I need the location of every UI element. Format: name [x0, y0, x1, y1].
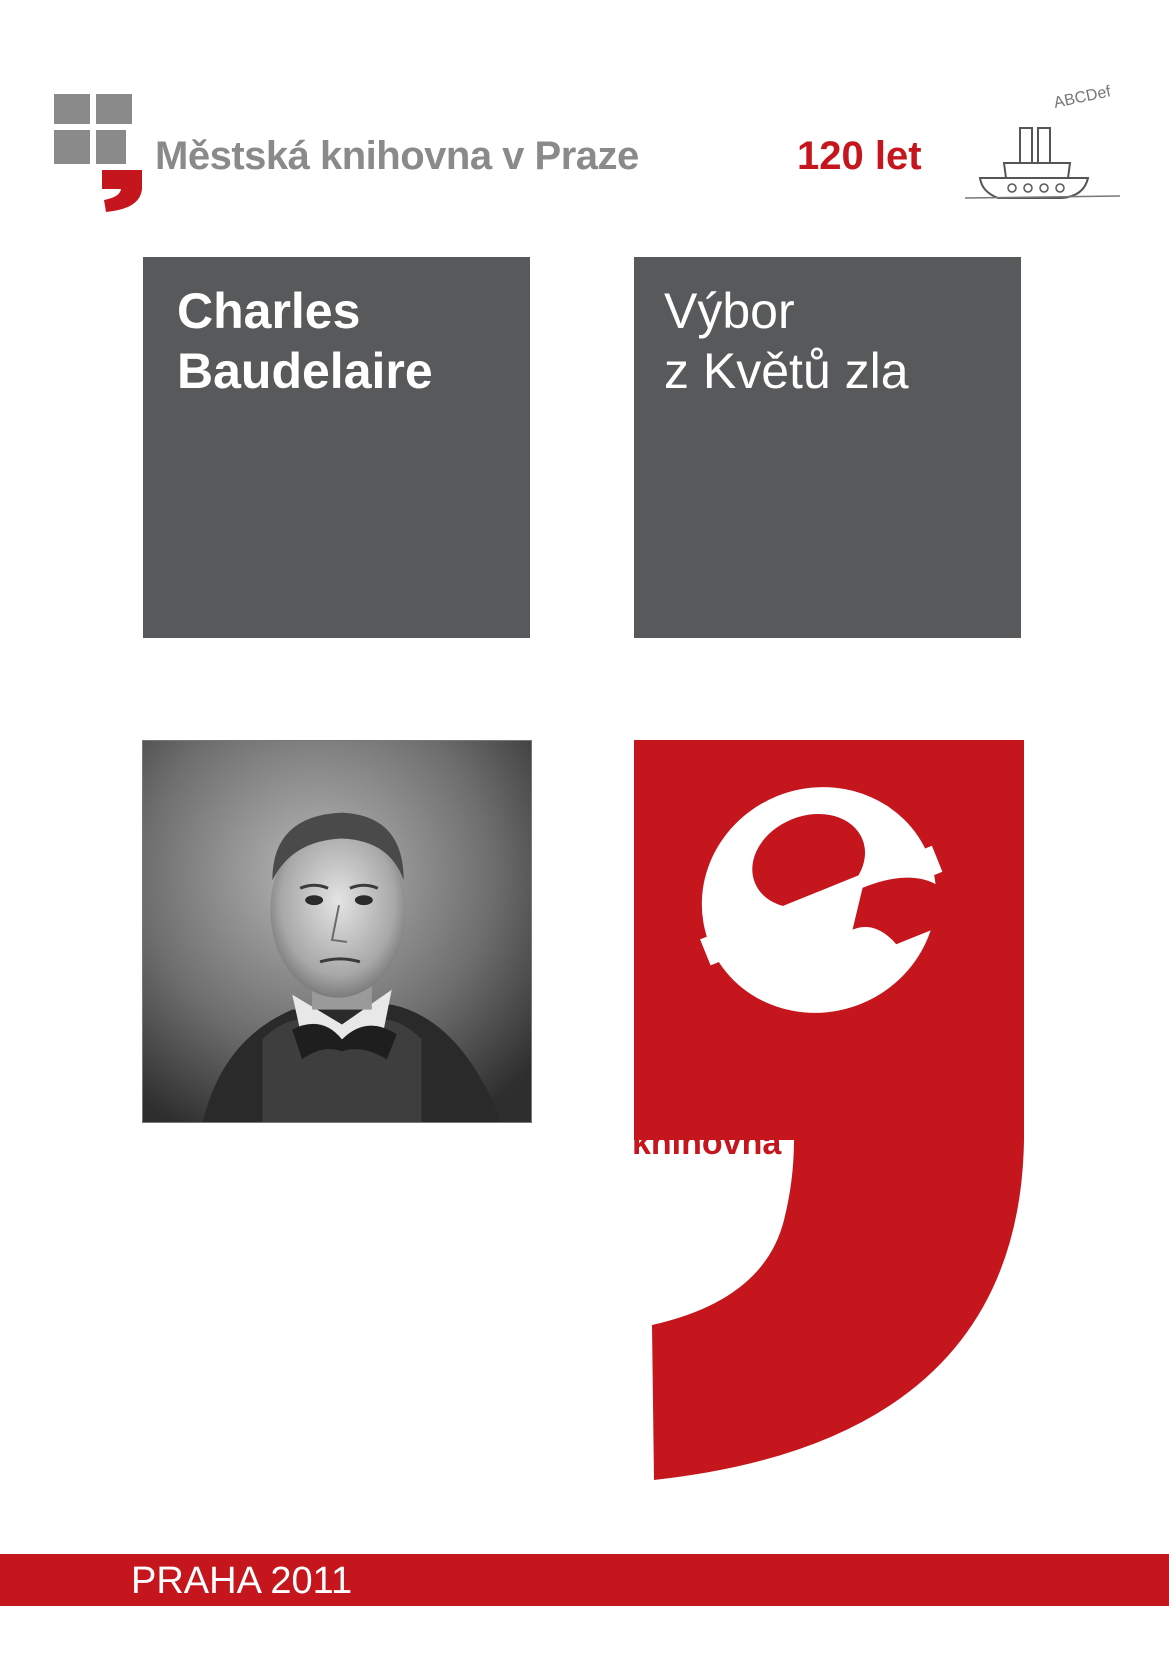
author-portrait-photo — [142, 740, 532, 1123]
author-line-2: Baudelaire — [177, 343, 433, 399]
footer-place-year: PRAHA 2011 — [131, 1560, 353, 1602]
title-panel: Výbor z Květů zla — [634, 257, 1021, 638]
author-line-1: Charles — [177, 283, 361, 339]
anniversary-label: 120 let — [797, 134, 922, 178]
book-title: Výbor z Květů zla — [664, 281, 909, 401]
red-e-comma-mark-icon — [634, 740, 1024, 1480]
author-name: Charles Baudelaire — [177, 281, 433, 401]
footer-bar: PRAHA 2011 — [0, 1554, 1169, 1606]
boat-doodle-text: ABCDef — [1052, 83, 1113, 112]
knihovna-label: knihovna — [632, 1124, 782, 1162]
title-line-1: Výbor — [664, 283, 795, 339]
library-logo-icon — [54, 94, 142, 212]
library-name: Městská knihovna v Praze — [155, 134, 639, 178]
steamboat-doodle-icon: ABCDef — [964, 83, 1121, 199]
author-panel: Charles Baudelaire — [143, 257, 530, 638]
title-line-2: z Květů zla — [664, 343, 909, 399]
